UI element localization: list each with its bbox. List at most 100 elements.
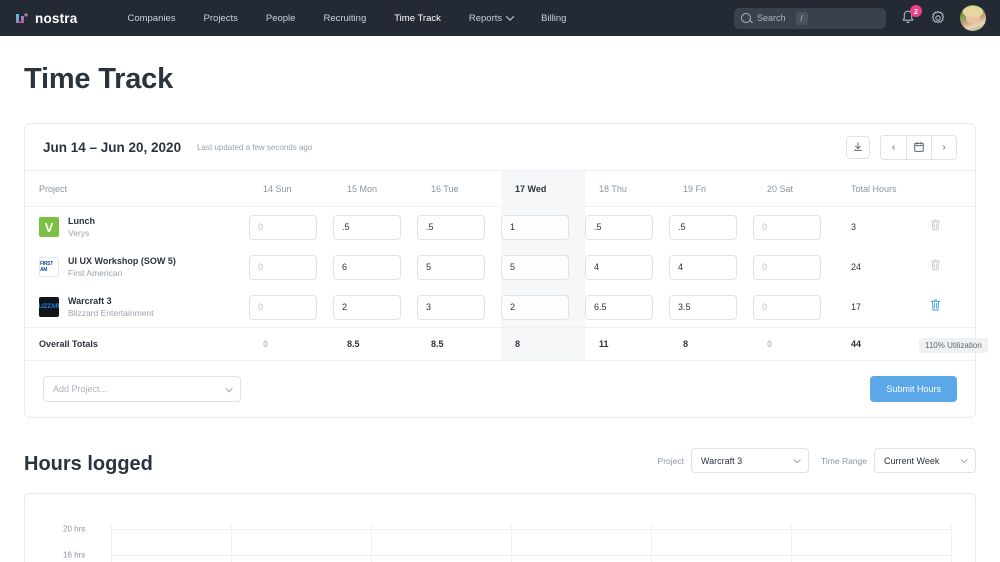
hours-input-20-sat[interactable] <box>753 254 821 280</box>
submit-hours-button[interactable]: Submit Hours <box>870 376 957 402</box>
trash-icon <box>930 259 941 270</box>
hours-input-15-mon[interactable] <box>333 254 401 280</box>
column-header-total-hours: Total Hours <box>851 184 897 194</box>
hours-input-14-sun[interactable] <box>249 254 317 280</box>
hours-input-16-tue[interactable] <box>417 294 485 320</box>
nav-link-recruiting[interactable]: Recruiting <box>309 13 380 24</box>
download-icon <box>853 142 863 151</box>
timesheet-card-footer: Add Project... Submit Hours <box>25 361 975 417</box>
totals-label: Overall Totals <box>39 339 98 349</box>
hours-logged-title: Hours logged <box>24 453 153 475</box>
timesheet-table: Project 14 Sun 15 Mon 16 Tue 17 Wed 18 T… <box>25 171 988 417</box>
column-header-17-wed: 17 Wed <box>501 171 585 207</box>
gridline-vertical <box>371 525 372 562</box>
hours-input-19-fri[interactable] <box>669 214 737 240</box>
hours-input-14-sun[interactable] <box>249 214 317 240</box>
settings-button[interactable] <box>930 10 946 26</box>
project-cell[interactable]: BLIZZARD Warcraft 3 Blizzard Entertainme… <box>25 295 249 319</box>
gear-icon <box>931 11 945 24</box>
hours-input-15-mon[interactable] <box>333 294 401 320</box>
hours-input-20-sat[interactable] <box>753 214 821 240</box>
hours-logged-chart: 20 hrs 16 hrs <box>25 525 975 562</box>
table-row: FIRST AM UI UX Workshop (SOW 5) First Am… <box>25 247 975 287</box>
hours-input-15-mon[interactable] <box>333 214 401 240</box>
nostra-logo-icon <box>14 11 29 26</box>
project-cell[interactable]: V Lunch Verys <box>25 215 249 239</box>
project-cell[interactable]: FIRST AM UI UX Workshop (SOW 5) First Am… <box>25 255 249 279</box>
add-project-placeholder: Add Project... <box>53 384 108 394</box>
hours-input-19-fri[interactable] <box>669 294 737 320</box>
delete-row-button[interactable] <box>915 298 977 317</box>
user-avatar[interactable] <box>960 5 986 31</box>
row-total-hours: 17 <box>851 302 862 312</box>
hours-input-17-wed[interactable] <box>501 254 569 280</box>
calendar-picker-button[interactable] <box>906 135 931 159</box>
column-header-14-sun: 14 Sun <box>263 184 292 194</box>
date-range-title: Jun 14 – Jun 20, 2020 <box>43 139 182 155</box>
hours-input-17-wed[interactable] <box>501 294 569 320</box>
delete-row-button[interactable] <box>915 218 977 237</box>
nav-link-billing[interactable]: Billing <box>527 13 580 24</box>
notifications-button[interactable]: 2 <box>900 5 922 27</box>
hours-input-16-tue[interactable] <box>417 254 485 280</box>
chevron-down-icon <box>960 456 968 464</box>
column-header-18-thu: 18 Thu <box>599 184 627 194</box>
grand-total-hours: 44 <box>851 339 862 349</box>
trash-icon <box>930 219 941 230</box>
gridline-vertical <box>951 525 952 562</box>
hours-input-18-thu[interactable] <box>585 254 653 280</box>
hours-input-20-sat[interactable] <box>753 294 821 320</box>
hours-logged-header: Hours logged Project Warcraft 3 Time Ran… <box>24 448 976 476</box>
total-16-tue: 8.5 <box>431 339 444 349</box>
nav-link-label: People <box>265 12 296 24</box>
hours-input-18-thu[interactable] <box>585 214 653 240</box>
column-header-15-mon: 15 Mon <box>347 184 378 194</box>
gridline-16 <box>111 555 951 556</box>
hours-input-14-sun[interactable] <box>249 294 317 320</box>
total-19-fri: 8 <box>683 339 689 349</box>
project-client: Blizzard Entertainment <box>68 308 154 318</box>
brand-logo[interactable]: nostra <box>14 11 77 26</box>
add-project-select[interactable]: Add Project... <box>43 376 241 402</box>
page-body: Time Track Jun 14 – Jun 20, 2020 Last up… <box>0 63 1000 562</box>
nav-link-label: Projects <box>203 12 238 24</box>
project-name: Warcraft 3 <box>68 296 112 306</box>
chevron-down-icon <box>793 456 801 464</box>
delete-row-button[interactable] <box>915 258 977 277</box>
nav-links: Companies Projects People Recruiting Tim… <box>113 12 580 24</box>
hours-input-19-fri[interactable] <box>669 254 737 280</box>
time-range-filter-select[interactable]: Current Week <box>874 448 976 473</box>
nav-link-people[interactable]: People <box>252 13 310 24</box>
hours-input-16-tue[interactable] <box>417 214 485 240</box>
total-14-sun: 0 <box>263 339 269 349</box>
utilization-cell: 110% Utilization <box>915 335 988 353</box>
chevron-down-icon <box>225 384 233 392</box>
time-range-filter-label: Time Range <box>821 455 867 466</box>
previous-week-button[interactable]: ‹ <box>881 135 906 159</box>
next-week-button[interactable]: › <box>931 135 956 159</box>
page-title: Time Track <box>24 63 174 95</box>
search-input[interactable]: Search / <box>734 7 886 29</box>
nav-link-projects[interactable]: Projects <box>190 13 252 24</box>
project-filter-select[interactable]: Warcraft 3 <box>691 448 810 473</box>
navbar-right: Search / 2 <box>734 5 986 31</box>
project-client: First American <box>68 268 123 278</box>
project-name: Lunch <box>68 216 95 226</box>
timesheet-toolbar: ‹ › <box>846 134 957 160</box>
nav-link-label: Reports <box>468 12 503 24</box>
nav-link-companies[interactable]: Companies <box>113 13 189 24</box>
nav-link-reports[interactable]: Reports <box>455 12 527 24</box>
gridline-vertical <box>111 525 112 562</box>
gridline-vertical <box>791 525 792 562</box>
row-total-hours: 24 <box>851 262 862 272</box>
row-total-hours: 3 <box>851 222 857 232</box>
time-range-filter: Time Range Current Week <box>821 448 976 473</box>
nav-link-time-track[interactable]: Time Track <box>380 13 455 24</box>
project-filter: Project Warcraft 3 <box>658 448 810 473</box>
download-button[interactable] <box>846 135 870 159</box>
gridline-vertical <box>511 525 512 562</box>
hours-input-18-thu[interactable] <box>585 294 653 320</box>
hours-input-17-wed[interactable] <box>501 214 569 240</box>
column-header-16-tue: 16 Tue <box>431 184 459 194</box>
last-updated-text: Last updated a few seconds ago <box>197 142 313 152</box>
